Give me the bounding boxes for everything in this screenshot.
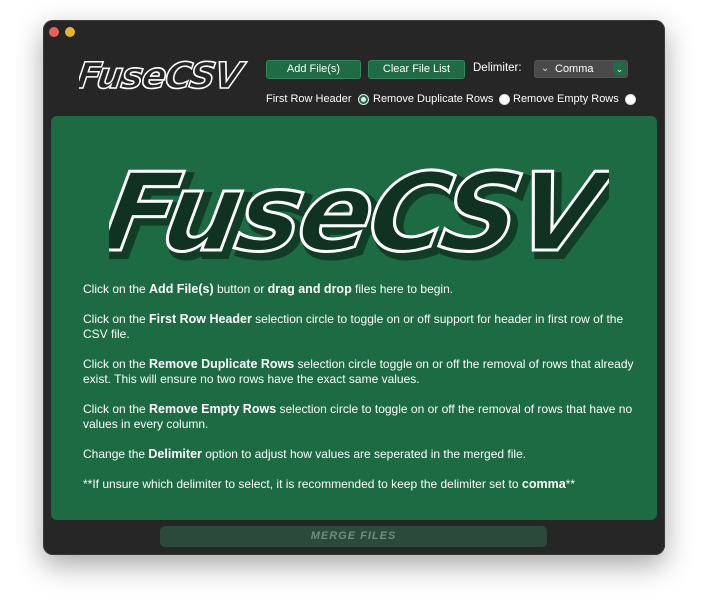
instructions: Click on the Add File(s) button or drag … [83,282,643,507]
instruction-line: Change the Delimiter option to adjust ho… [83,447,527,461]
remove-empty-radio[interactable] [624,93,636,105]
svg-text:FuseCSV: FuseCSV [79,54,249,97]
remove-empty-label: Remove Empty Rows [513,93,619,105]
first-row-header-radio[interactable] [357,93,369,105]
logo-small-text: FuseCSV [79,54,249,97]
chevron-down-icon: ⌄ [541,63,550,74]
merge-files-button[interactable]: MERGE FILES [160,526,547,547]
instruction-line: Click on the Remove Duplicate Rows selec… [83,357,634,386]
app-logo-large: FuseCSV FuseCSV [109,148,609,272]
app-window: FuseCSV Add File(s) Clear File List Deli… [43,20,665,555]
delimiter-value: Comma [555,63,594,75]
remove-empty-option[interactable]: Remove Empty Rows [513,93,636,105]
close-window-button[interactable] [49,27,59,37]
instruction-line: **If unsure which delimiter to select, i… [83,477,575,491]
app-logo-small: FuseCSV [79,53,249,97]
instruction-line: Click on the Add File(s) button or drag … [83,282,454,296]
minimize-window-button[interactable] [65,27,75,37]
delimiter-label: Delimiter: [473,62,522,74]
svg-text:FuseCSV: FuseCSV [109,150,609,272]
first-row-header-label: First Row Header [266,93,352,105]
logo-large-text: FuseCSV [109,150,609,272]
drop-zone-panel[interactable]: FuseCSV FuseCSV Click on the Add File(s)… [51,116,657,520]
remove-duplicates-radio[interactable] [499,93,511,105]
remove-duplicates-option[interactable]: Remove Duplicate Rows [373,93,511,105]
add-files-button[interactable]: Add File(s) [266,60,361,79]
remove-duplicates-label: Remove Duplicate Rows [373,93,494,105]
dropdown-arrow-icon[interactable]: ⌄ [613,62,626,76]
instruction-line: Click on the First Row Header selection … [83,312,624,341]
first-row-header-option[interactable]: First Row Header [266,93,369,105]
instruction-line: Click on the Remove Empty Rows selection… [83,402,633,431]
delimiter-select[interactable]: ⌄ Comma ⌄ [534,60,628,78]
clear-file-list-button[interactable]: Clear File List [368,60,465,79]
